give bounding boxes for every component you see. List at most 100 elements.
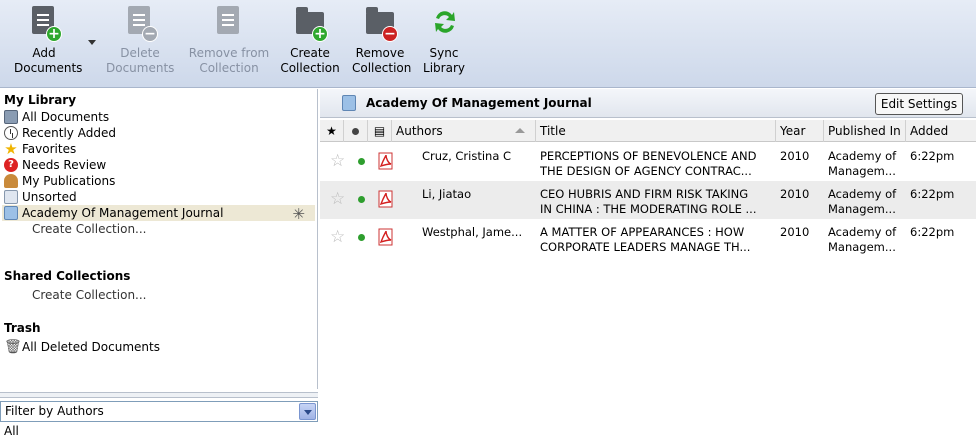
sidebar-item-label: Academy Of Management Journal <box>22 206 224 220</box>
sidebar-item-unsorted[interactable]: Unsorted <box>4 189 77 205</box>
year-cell: 2010 <box>780 187 810 201</box>
sidebar-splitter[interactable] <box>0 392 318 398</box>
sidebar-item-label: My Publications <box>22 174 116 188</box>
sidebar-item-academy-of-management-journal[interactable]: Academy Of Management Journal ✳ <box>2 205 315 223</box>
clock-icon <box>4 126 18 140</box>
favorite-star-icon[interactable]: ☆ <box>330 153 345 170</box>
title-column-header[interactable]: Title <box>536 120 776 142</box>
author-cell: Li, Jiatao <box>422 187 472 201</box>
pdf-icon[interactable] <box>378 228 394 246</box>
year-column-header[interactable]: Year <box>776 120 824 142</box>
author-cell: Cruz, Cristina C <box>422 149 512 163</box>
add-document-icon: + <box>30 4 62 42</box>
sidebar-item-label: Recently Added <box>22 126 116 140</box>
trash-icon: 🗑 <box>4 339 22 355</box>
add-documents-label: Add Documents <box>14 46 83 75</box>
published-in-cell: Academy of Managem... <box>828 149 904 179</box>
all-documents-icon <box>4 110 18 124</box>
sidebar-item-label: Favorites <box>22 142 77 156</box>
toolbar: + Add Documents − Delete Documents Remov… <box>0 0 976 88</box>
favorite-star-icon[interactable]: ☆ <box>330 191 345 208</box>
table-row[interactable]: ☆ Li, Jiatao CEO HUBRIS AND FIRM RISK TA… <box>320 181 976 219</box>
column-header-row: ★ ▤ Authors Title Year Published In Adde… <box>320 120 976 142</box>
sidebar-item-all-documents[interactable]: All Documents <box>4 109 109 125</box>
authors-column-header[interactable]: Authors <box>392 120 536 142</box>
read-status-dot-icon <box>358 158 365 165</box>
published-in-column-header[interactable]: Published In <box>824 120 906 142</box>
add-documents-dropdown-icon[interactable] <box>88 40 96 45</box>
sync-library-label: Sync Library <box>423 46 465 75</box>
create-collection-button[interactable]: + Create Collection <box>280 4 340 76</box>
remove-collection-icon: − <box>366 4 398 42</box>
chevron-down-icon[interactable] <box>299 403 316 420</box>
added-cell: 6:22pm <box>910 187 955 201</box>
sidebar-item-my-publications[interactable]: My Publications <box>4 173 115 189</box>
table-row[interactable]: ☆ Westphal, Jame... A MATTER OF APPEARAN… <box>320 219 976 257</box>
remove-collection-button[interactable]: − Remove Collection <box>352 4 412 76</box>
create-collection-link[interactable]: Create Collection... <box>32 221 147 237</box>
document-icon: ▤ <box>373 124 386 138</box>
remove-from-collection-label: Remove from Collection <box>188 46 270 75</box>
remove-collection-label: Remove Collection <box>352 46 412 75</box>
sidebar-item-all-deleted-documents[interactable]: 🗑 All Deleted Documents <box>4 339 160 355</box>
delete-documents-button[interactable]: − Delete Documents <box>104 4 176 76</box>
published-in-line-2: Managem... <box>828 164 896 178</box>
published-in-header-label: Published In <box>828 124 901 138</box>
pdf-icon[interactable] <box>378 152 394 170</box>
create-collection-label: Create Collection <box>280 46 340 75</box>
sidebar-item-label: All Documents <box>22 110 110 124</box>
edit-settings-button[interactable]: Edit Settings <box>875 93 963 115</box>
delete-document-icon: − <box>126 4 158 42</box>
collection-header: Academy Of Management Journal Edit Setti… <box>320 89 976 118</box>
remove-from-collection-button[interactable]: Remove from Collection <box>188 4 270 76</box>
remove-from-collection-icon <box>215 4 243 42</box>
add-documents-button[interactable]: + Add Documents <box>8 4 83 76</box>
year-cell: 2010 <box>780 149 810 163</box>
sort-ascending-icon <box>515 128 525 133</box>
title-header-label: Title <box>540 124 566 138</box>
question-icon: ? <box>4 158 18 172</box>
added-cell: 6:22pm <box>910 225 955 239</box>
shared-collections-heading: Shared Collections <box>4 269 131 283</box>
file-type-column-header[interactable]: ▤ <box>368 120 392 142</box>
dot-icon <box>352 128 359 135</box>
title-line-1: PERCEPTIONS OF BENEVOLENCE AND <box>540 149 757 163</box>
added-column-header[interactable]: Added <box>906 120 976 142</box>
title-cell: PERCEPTIONS OF BENEVOLENCE AND THE DESIGN… <box>540 149 772 179</box>
year-header-label: Year <box>780 124 806 138</box>
filter-by-authors-select[interactable]: Filter by Authors <box>0 401 318 422</box>
title-line-2: IN CHINA : THE MODERATING ROLE ... <box>540 202 757 216</box>
sidebar-item-label: All Deleted Documents <box>22 340 160 354</box>
delete-documents-label: Delete Documents <box>106 46 175 75</box>
filter-all-item[interactable]: All <box>4 424 19 437</box>
sidebar-item-label: Needs Review <box>22 158 107 172</box>
my-library-heading: My Library <box>4 93 77 107</box>
read-status-dot-icon <box>358 234 365 241</box>
sidebar-item-favorites[interactable]: ★ Favorites <box>4 141 76 157</box>
table-row[interactable]: ☆ Cruz, Cristina C PERCEPTIONS OF BENEVO… <box>320 143 976 181</box>
title-line-2: CORPORATE LEADERS MANAGE TH... <box>540 240 751 254</box>
favorite-column-header[interactable]: ★ <box>320 120 344 142</box>
unsorted-icon <box>4 190 18 204</box>
published-in-line-2: Managem... <box>828 240 896 254</box>
sidebar-item-recently-added[interactable]: Recently Added <box>4 125 116 141</box>
read-status-column-header[interactable] <box>344 120 368 142</box>
sidebar-item-label: Unsorted <box>22 190 77 204</box>
star-icon: ★ <box>326 124 337 138</box>
filter-select-value: Filter by Authors <box>5 404 104 418</box>
added-header-label: Added <box>910 124 949 138</box>
author-cell: Westphal, Jame... <box>422 225 523 239</box>
title-line-2: THE DESIGN OF AGENCY CONTRAC... <box>540 164 752 178</box>
person-icon <box>4 174 18 188</box>
sync-library-button[interactable]: Sync Library <box>420 4 468 76</box>
favorite-star-icon[interactable]: ☆ <box>330 229 345 246</box>
shared-create-collection-link[interactable]: Create Collection... <box>32 287 147 303</box>
pdf-icon[interactable] <box>378 190 394 208</box>
published-in-cell: Academy of Managem... <box>828 225 904 255</box>
sidebar: My Library All Documents Recently Added … <box>0 89 318 389</box>
title-cell: A MATTER OF APPEARANCES : HOW CORPORATE L… <box>540 225 772 255</box>
title-cell: CEO HUBRIS AND FIRM RISK TAKING IN CHINA … <box>540 187 772 217</box>
create-collection-icon: + <box>296 4 328 42</box>
collection-icon <box>342 95 356 111</box>
sidebar-item-needs-review[interactable]: ? Needs Review <box>4 157 106 173</box>
